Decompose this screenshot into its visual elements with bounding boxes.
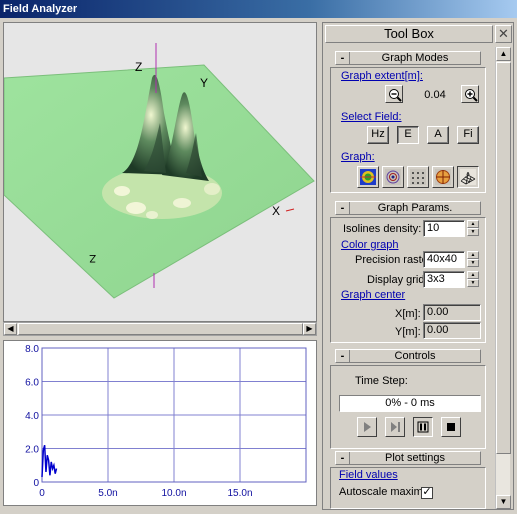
graph-type-label[interactable]: Graph: [341, 151, 375, 163]
axis-label-z-bottom: Z [89, 252, 96, 264]
scroll-down-arrow-icon[interactable]: ▼ [496, 495, 511, 509]
time-step-display: 0% - 0 ms [339, 395, 481, 412]
3d-field-view[interactable]: Z Y X Z [3, 22, 317, 322]
toolbox-title: Tool Box [325, 25, 493, 43]
graph-center-label[interactable]: Graph center [341, 289, 405, 301]
plot-settings-header[interactable]: - Plot settings [335, 451, 481, 465]
isolines-density-label: Isolines density: [343, 223, 422, 235]
y-tick-label: 8.0 [25, 344, 39, 355]
zoom-in-icon[interactable] [461, 85, 479, 103]
toolbox-panel: Tool Box ✕ - Graph Modes Graph extent[m]… [322, 22, 514, 510]
collapse-icon[interactable]: - [336, 452, 350, 464]
step-forward-icon[interactable] [385, 417, 405, 437]
axis-label-y: Y [200, 76, 208, 90]
vector-graph-icon[interactable] [407, 166, 429, 188]
x-tick-label: 10.0n [161, 488, 186, 499]
isolines-density-input[interactable]: 10 [423, 220, 465, 237]
center-y-input[interactable]: 0.00 [423, 322, 481, 339]
controls-header[interactable]: - Controls [335, 349, 481, 363]
graph-params-title: Graph Params. [377, 202, 453, 214]
close-icon[interactable]: ✕ [495, 25, 512, 43]
autoscale-label: Autoscale maximal [339, 486, 432, 498]
collapse-icon[interactable]: - [336, 350, 350, 362]
collapse-icon[interactable]: - [336, 202, 350, 214]
color-graph-label[interactable]: Color graph [341, 239, 398, 251]
center-y-label: Y[m]: [395, 326, 421, 338]
field-values-label[interactable]: Field values [339, 469, 398, 481]
x-tick-label: 15.0n [227, 488, 252, 499]
3d-surface-graph-icon[interactable] [457, 166, 479, 188]
graph-extent-label[interactable]: Graph extent[m]: [341, 70, 423, 82]
precision-raster-spinner[interactable]: ▲ ▼ [467, 251, 479, 268]
pause-icon[interactable] [413, 417, 433, 437]
y-tick-label: 2.0 [25, 445, 39, 456]
precision-raster-input[interactable]: 40x40 [423, 251, 465, 268]
select-field-label[interactable]: Select Field: [341, 111, 402, 123]
zoom-out-icon[interactable] [385, 85, 403, 103]
stop-icon[interactable] [441, 417, 461, 437]
graph-modes-title: Graph Modes [381, 52, 449, 64]
contour-graph-icon[interactable] [382, 166, 404, 188]
field-button-e[interactable]: E [397, 126, 419, 144]
scroll-right-arrow-icon[interactable]: ▶ [303, 323, 316, 335]
toolbox-scroll-thumb[interactable] [496, 62, 511, 454]
3d-surface-plot: Z Y X Z [4, 43, 315, 299]
time-step-label: Time Step: [355, 375, 408, 387]
field-button-a[interactable]: A [427, 126, 449, 144]
axis-label-z: Z [135, 60, 142, 74]
collapse-icon[interactable]: - [336, 52, 350, 64]
toolbox-vertical-scrollbar[interactable]: ▲ ▼ [495, 47, 511, 509]
isoline-graph-icon[interactable] [357, 166, 379, 188]
window-title: Field Analyzer [0, 0, 517, 18]
axis-label-x: X [272, 204, 280, 218]
field-button-hz[interactable]: Hz [367, 126, 389, 144]
center-x-label: X[m]: [395, 308, 421, 320]
display-grid-input[interactable]: 3x3 [423, 271, 465, 288]
time-plot: 8.0 6.0 4.0 2.0 0 0 5.0n 10.0n 15.0n [3, 340, 317, 506]
center-x-input[interactable]: 0.00 [423, 304, 481, 321]
autoscale-checkbox[interactable]: ✓ [421, 487, 433, 499]
y-tick-label: 4.0 [25, 411, 39, 422]
time-plot-canvas: 8.06.04.02.000 5.0n 10.0n 15.0n [25, 344, 307, 499]
controls-title: Controls [394, 350, 436, 362]
scroll-up-arrow-icon[interactable]: ▲ [496, 47, 511, 61]
x-tick-label: 5.0n [98, 488, 117, 499]
isolines-density-spinner[interactable]: ▲ ▼ [467, 220, 479, 237]
play-icon[interactable] [357, 417, 377, 437]
polar-graph-icon[interactable] [432, 166, 454, 188]
scroll-thumb[interactable] [18, 323, 303, 335]
graph-modes-header[interactable]: - Graph Modes [335, 51, 481, 65]
field-button-fi[interactable]: Fi [457, 126, 479, 144]
graph-params-header[interactable]: - Graph Params. [335, 201, 481, 215]
display-grid-label: Display grid: [367, 274, 428, 286]
x-tick-label: 0 [39, 488, 45, 499]
scroll-left-arrow-icon[interactable]: ◀ [4, 323, 17, 335]
3d-view-horizontal-scrollbar[interactable]: ◀ ▶ [3, 322, 317, 336]
graph-extent-value: 0.04 [424, 89, 446, 101]
plot-settings-title: Plot settings [385, 452, 445, 464]
y-tick-label: 6.0 [25, 378, 39, 389]
series-line [41, 444, 58, 478]
display-grid-spinner[interactable]: ▲ ▼ [467, 271, 479, 288]
